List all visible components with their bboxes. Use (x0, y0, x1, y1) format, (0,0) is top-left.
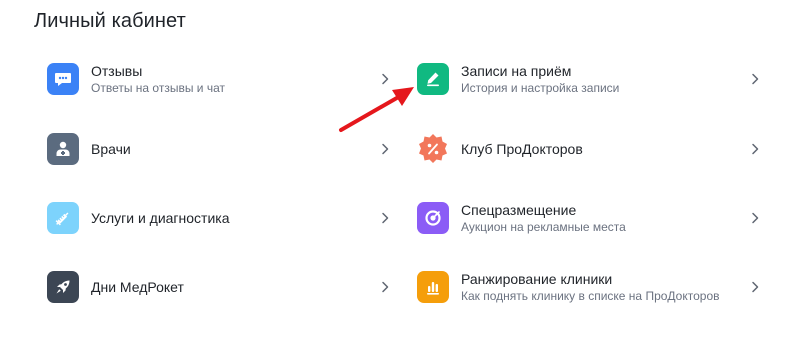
menu-item-label: Клуб ПроДокторов (461, 141, 583, 157)
syringe-icon (47, 202, 79, 234)
menu-item-placement[interactable]: Спецразмещение Аукцион на рекламные мест… (417, 196, 762, 240)
menu-item-club[interactable]: Клуб ПроДокторов (417, 127, 762, 171)
menu-item-label: Дни МедРокет (91, 279, 184, 295)
menu-item-ranking[interactable]: Ранжирование клиники Как поднять клинику… (417, 265, 762, 309)
menu-item-label: Врачи (91, 141, 131, 157)
bar-chart-icon (417, 271, 449, 303)
chevron-right-icon (378, 211, 392, 225)
page-title: Личный кабинет (34, 10, 186, 32)
menu-item-description: Как поднять клинику в списке на ПроДокто… (461, 289, 720, 303)
doctor-icon (47, 133, 79, 165)
discount-badge-icon (417, 133, 449, 165)
menu-item-medrocket[interactable]: Дни МедРокет (47, 265, 392, 309)
chevron-right-icon (748, 280, 762, 294)
menu-item-label: Отзывы (91, 63, 143, 79)
menu-item-doctors[interactable]: Врачи (47, 127, 392, 171)
menu-item-label: Записи на приём (461, 63, 572, 79)
chevron-right-icon (748, 142, 762, 156)
menu-item-appointments[interactable]: Записи на приём История и настройка запи… (417, 57, 762, 101)
chevron-right-icon (748, 211, 762, 225)
menu-item-label: Спецразмещение (461, 202, 577, 218)
chat-icon (47, 63, 79, 95)
pencil-icon (417, 63, 449, 95)
menu-item-description: История и настройка записи (461, 81, 620, 95)
chevron-right-icon (378, 142, 392, 156)
chevron-right-icon (748, 72, 762, 86)
menu-item-services[interactable]: Услуги и диагностика (47, 196, 392, 240)
menu-item-label: Услуги и диагностика (91, 210, 230, 226)
rocket-icon (47, 271, 79, 303)
chevron-right-icon (378, 72, 392, 86)
target-icon (417, 202, 449, 234)
menu-item-description: Аукцион на рекламные места (461, 220, 626, 234)
menu-item-reviews[interactable]: Отзывы Ответы на отзывы и чат (47, 57, 392, 101)
chevron-right-icon (378, 280, 392, 294)
menu-item-description: Ответы на отзывы и чат (91, 81, 225, 95)
menu-item-label: Ранжирование клиники (461, 271, 613, 287)
